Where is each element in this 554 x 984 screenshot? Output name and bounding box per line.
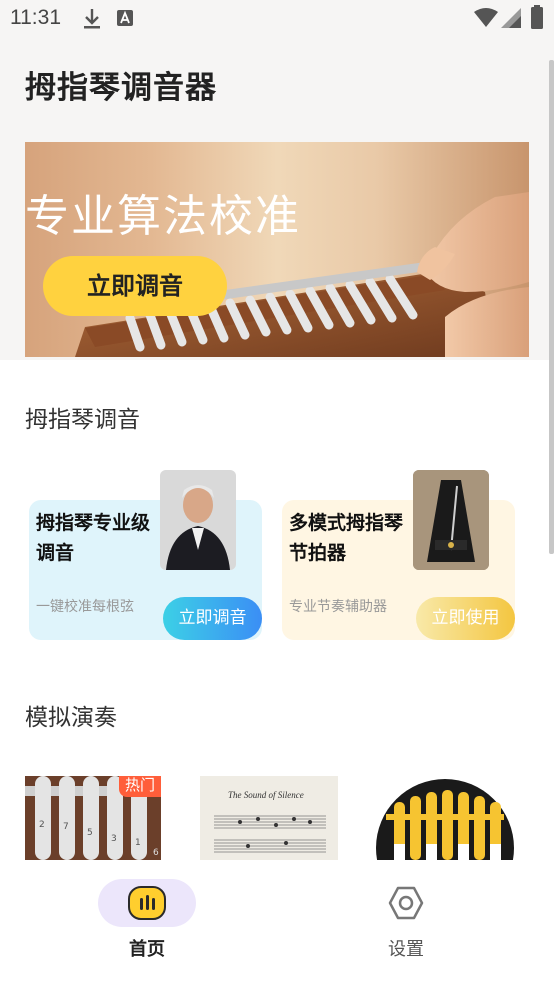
key-number: 3 — [111, 834, 117, 844]
settings-hexagon-icon — [388, 885, 424, 925]
nav-home-active-pill — [98, 879, 196, 927]
key-number: 6 — [153, 848, 159, 858]
kalimba-round-icon — [376, 779, 514, 860]
tuning-card-subtitle: 一键校准每根弦 — [36, 599, 134, 615]
kalimba-hands-illustration — [75, 192, 529, 357]
nav-home-label: 首页 — [129, 939, 165, 960]
metronome-card[interactable]: 多模式拇指琴节拍器 专业节奏辅助器 立即使用 — [282, 470, 515, 640]
metronome-photo — [413, 470, 489, 570]
banner-headline: 专业算法校准 — [25, 191, 301, 242]
home-icon — [128, 886, 166, 924]
banner-tune-button[interactable]: 立即调音 — [43, 256, 227, 316]
nav-settings-label: 设置 — [388, 939, 424, 960]
signal-icon — [501, 8, 521, 32]
scrollbar[interactable] — [549, 60, 554, 554]
nav-item-settings[interactable]: 设置 — [326, 860, 486, 961]
music-staff-illustration — [214, 815, 326, 853]
metronome-card-button[interactable]: 立即使用 — [416, 597, 515, 640]
bottom-navigation: 首页 设置 — [0, 860, 554, 984]
battery-icon — [531, 5, 543, 33]
metronome-card-title: 多模式拇指琴节拍器 — [289, 512, 404, 564]
tuning-card-button[interactable]: 立即调音 — [163, 597, 262, 640]
nav-settings-icon-wrap — [357, 879, 455, 927]
simulate-item-kalimba-icon[interactable] — [376, 776, 514, 860]
wifi-icon — [474, 8, 498, 32]
key-number: 7 — [63, 822, 69, 832]
simulate-item-sheet-music[interactable]: The Sound of Silence — [200, 776, 338, 860]
page-title: 拇指琴调音器 — [25, 70, 217, 106]
key-number: 1 — [135, 838, 141, 848]
status-bar: 11:31 — [0, 0, 554, 38]
hero-banner[interactable]: 专业算法校准 立即调音 — [25, 142, 529, 357]
musician-photo — [160, 470, 236, 570]
key-number: 2 — [39, 820, 45, 830]
key-number: 5 — [87, 828, 93, 838]
hot-badge: 热门 — [118, 776, 161, 797]
tuning-card-title: 拇指琴专业级调音 — [36, 512, 151, 564]
metronome-card-subtitle: 专业节奏辅助器 — [289, 599, 387, 615]
download-icon — [83, 8, 101, 34]
nav-item-home[interactable]: 首页 — [67, 860, 227, 961]
font-a-icon — [117, 10, 133, 30]
simulate-item-kalimba[interactable]: 2 7 5 3 1 6 热门 — [25, 776, 161, 860]
simulate-section-title: 模拟演奏 — [25, 705, 117, 731]
tuning-card[interactable]: 拇指琴专业级调音 一键校准每根弦 立即调音 — [29, 470, 262, 640]
tuning-section-title: 拇指琴调音 — [25, 407, 140, 433]
status-time: 11:31 — [10, 6, 61, 29]
